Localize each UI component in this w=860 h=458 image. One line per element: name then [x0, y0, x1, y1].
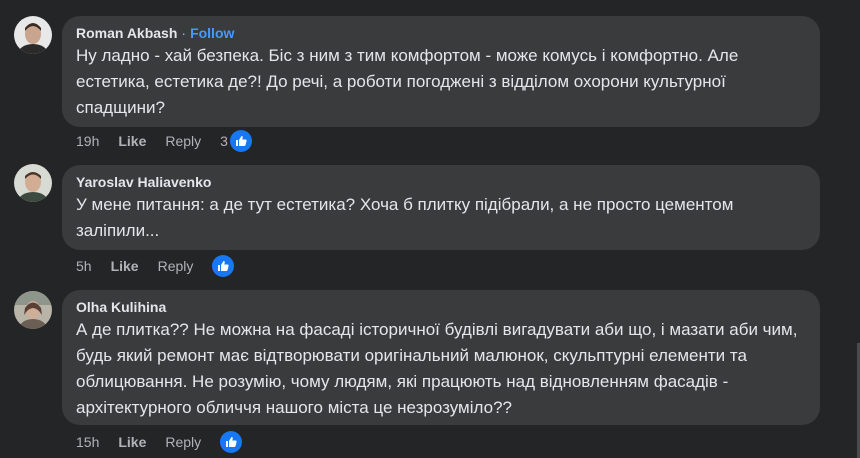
- reply-button[interactable]: Reply: [158, 258, 194, 274]
- reply-button[interactable]: Reply: [165, 434, 201, 450]
- avatar-photo: [14, 16, 52, 54]
- thumbs-up-icon[interactable]: [220, 431, 243, 453]
- comment-time[interactable]: 19h: [76, 133, 99, 149]
- comment-actions: 19h Like Reply 3: [76, 129, 252, 153]
- avatar-photo: [14, 164, 52, 202]
- comment-actions: 15h Like Reply: [76, 430, 243, 454]
- comment-text: Ну ладно - хай безпека. Біс з ним з тим …: [76, 46, 739, 117]
- comment-header: Olha Kulihina: [76, 298, 806, 316]
- author-name[interactable]: Yaroslav Haliavenko: [76, 174, 211, 190]
- comment-header: Yaroslav Haliavenko: [76, 173, 806, 191]
- like-button[interactable]: Like: [111, 258, 139, 274]
- comment-text: У мене питання: а де тут естетика? Хоча …: [76, 195, 734, 240]
- comment-text: А де плитка?? Не можна на фасаді історич…: [76, 320, 798, 417]
- thumbs-up-icon[interactable]: [212, 255, 235, 277]
- comment-bubble: Olha Kulihina А де плитка?? Не можна на …: [62, 290, 820, 425]
- like-button[interactable]: Like: [118, 133, 146, 149]
- author-name[interactable]: Olha Kulihina: [76, 299, 166, 315]
- reply-button[interactable]: Reply: [165, 133, 201, 149]
- avatar[interactable]: [14, 16, 52, 54]
- avatar[interactable]: [14, 291, 52, 329]
- separator: ·: [181, 25, 187, 41]
- author-name[interactable]: Roman Akbash: [76, 25, 177, 41]
- reaction-count[interactable]: 3: [220, 133, 228, 149]
- comment-bubble: Roman Akbash · Follow Ну ладно - хай безпе…: [62, 16, 820, 127]
- like-button[interactable]: Like: [118, 434, 146, 450]
- thumbs-up-icon[interactable]: [229, 130, 252, 152]
- comment-time[interactable]: 5h: [76, 258, 92, 274]
- comment-actions: 5h Like Reply: [76, 254, 235, 278]
- comment-bubble: Yaroslav Haliavenko У мене питання: а де…: [62, 165, 820, 250]
- comment-time[interactable]: 15h: [76, 434, 99, 450]
- avatar-photo: [14, 291, 52, 329]
- avatar[interactable]: [14, 164, 52, 202]
- comment-header: Roman Akbash · Follow: [76, 24, 806, 42]
- follow-button[interactable]: Follow: [190, 25, 234, 41]
